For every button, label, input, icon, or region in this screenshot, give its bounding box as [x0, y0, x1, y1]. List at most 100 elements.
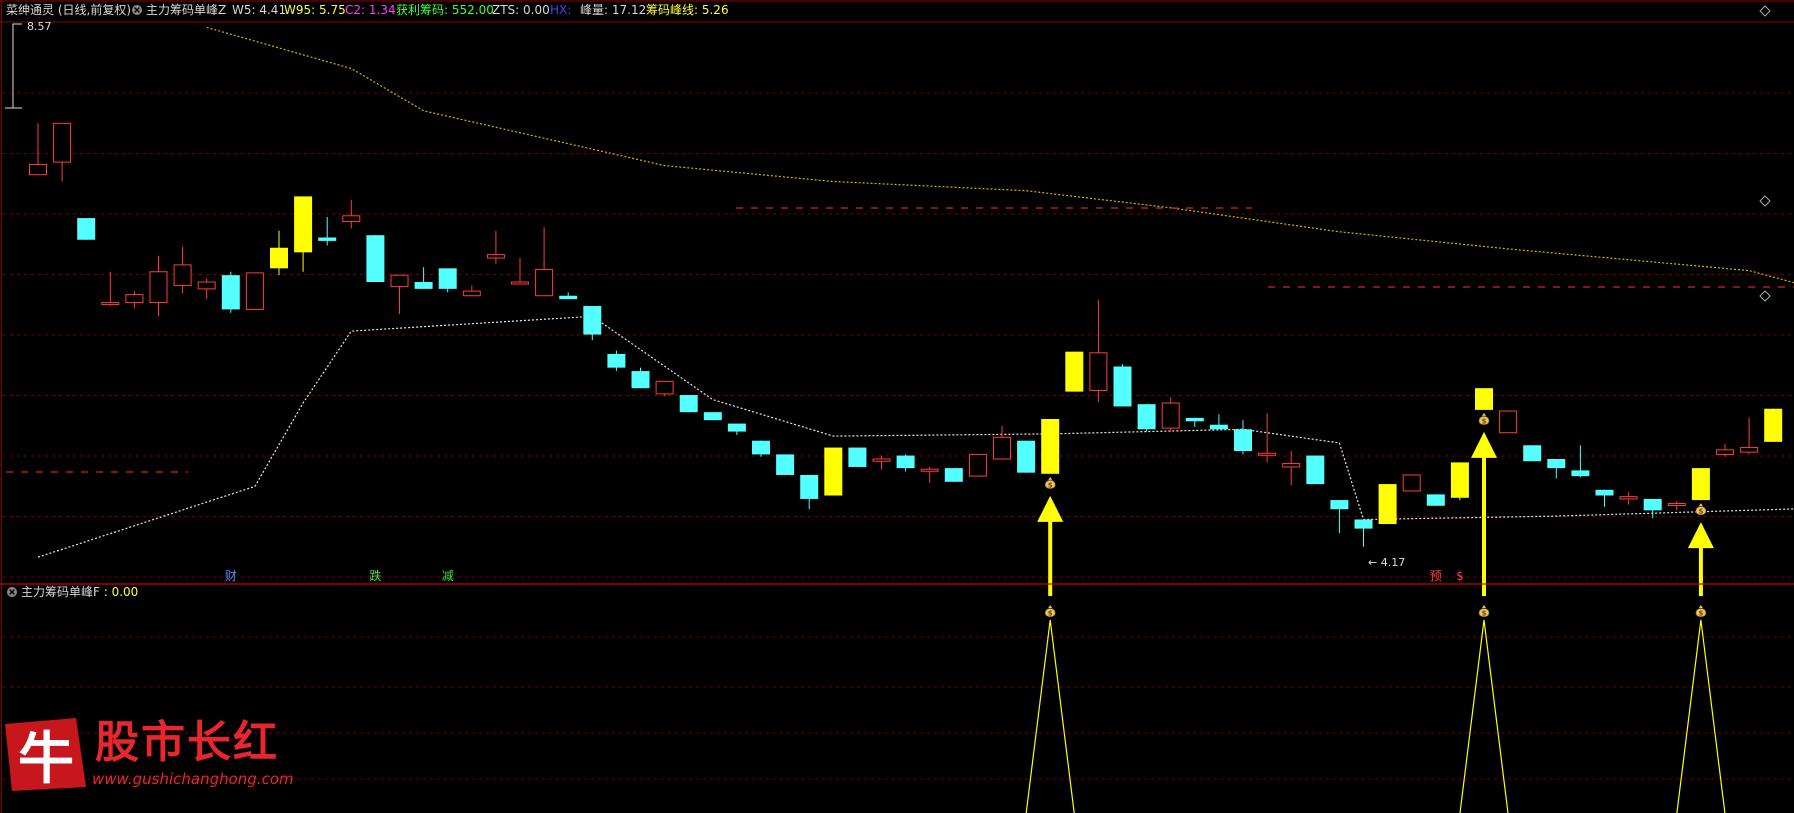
candle	[920, 466, 939, 483]
candle	[752, 440, 770, 457]
svg-text:$: $	[1048, 481, 1053, 489]
candle-body	[29, 163, 47, 176]
candle-body	[896, 455, 915, 469]
candle	[1185, 417, 1204, 428]
candle-body	[1523, 445, 1542, 462]
ma-line-yellow	[206, 26, 1794, 284]
moving-averages	[37, 26, 1794, 558]
candle	[1523, 445, 1542, 462]
candle	[1234, 420, 1252, 455]
candle-body	[77, 218, 96, 240]
candle	[1113, 364, 1132, 407]
candle-body	[245, 272, 264, 310]
chip-peak-line-value: 筹码峰线: 5.26	[646, 3, 729, 17]
candle-body	[390, 274, 409, 288]
candle-body	[125, 294, 144, 304]
svg-text:菜绅通灵 (日线,前复权): 菜绅通灵 (日线,前复权)	[6, 2, 131, 17]
event-marker: 财	[225, 569, 237, 583]
svg-text:$: $	[1698, 610, 1703, 618]
candle	[1258, 413, 1277, 463]
sub-indicator-name: 主力筹码单峰F	[21, 585, 100, 599]
candle	[29, 123, 47, 176]
arrow-up-icon	[1471, 431, 1497, 596]
candle	[149, 255, 168, 317]
close-icon[interactable]	[7, 587, 17, 597]
candle	[896, 454, 915, 472]
hx-label: HX:	[550, 3, 571, 17]
w95-value: W95: 5.75	[284, 3, 346, 17]
money-bag-icon: $	[1044, 476, 1056, 489]
indicator-name: 主力筹码单峰Z	[146, 3, 226, 17]
candle	[1764, 408, 1783, 442]
candle	[342, 199, 361, 229]
candle	[631, 367, 650, 389]
w5-value: W5: 4.41	[232, 3, 286, 17]
candle-body	[1089, 352, 1108, 391]
candle	[366, 235, 385, 283]
candle-body	[535, 268, 554, 297]
candle-body	[511, 281, 529, 285]
grid-lines	[0, 0, 1794, 813]
candle-body	[1306, 455, 1325, 485]
candle	[1595, 489, 1614, 507]
low-price-label: ← 4.17	[1368, 556, 1405, 569]
candle	[1378, 484, 1397, 525]
svg-text:$: $	[1048, 610, 1053, 618]
candle	[1041, 419, 1060, 474]
candle-body	[1161, 402, 1180, 429]
peak-volume-value: 峰量: 17.12	[580, 3, 646, 17]
candle	[101, 271, 120, 306]
money-bag-icon: $	[1695, 503, 1707, 516]
candle	[270, 230, 288, 276]
candle	[1667, 501, 1686, 511]
arrow-up-icon	[1037, 495, 1064, 596]
candle-body	[1691, 468, 1710, 501]
candle-body	[1426, 494, 1445, 506]
candle-body	[1234, 429, 1252, 451]
candle-body	[366, 235, 385, 283]
candle	[800, 474, 819, 510]
candle	[824, 447, 843, 496]
candle	[1450, 462, 1469, 501]
candle-body	[1667, 503, 1686, 506]
candle-body	[1450, 462, 1469, 498]
peak-line	[1025, 619, 1075, 813]
c2-value: C2: 1.34	[345, 3, 396, 17]
candle-body	[824, 447, 843, 496]
diamond-icon[interactable]	[1759, 5, 1771, 17]
candle-body	[848, 447, 867, 467]
candle-body	[1499, 410, 1518, 434]
candle	[318, 216, 337, 246]
resistance-dashes	[6, 207, 1794, 473]
candle	[1547, 458, 1566, 479]
candle-body	[944, 468, 963, 482]
candle	[1137, 404, 1156, 432]
candle-body	[1209, 424, 1228, 430]
candle-body	[1354, 519, 1373, 529]
diamond-icon[interactable]	[1759, 195, 1771, 207]
candle-body	[800, 474, 819, 499]
candle-body	[1065, 351, 1084, 392]
high-price-marker	[5, 23, 22, 109]
signal-arrows: $ $ $ $ $ $	[1037, 412, 1714, 618]
candle-body	[679, 395, 698, 413]
money-bag-icon: $	[1478, 605, 1490, 618]
event-markers: 财跌减预$涨	[225, 568, 1464, 583]
period-info: (日线,前复权)	[58, 2, 131, 17]
candle-body	[968, 453, 987, 477]
diamond-icon[interactable]	[1759, 290, 1771, 302]
candlestick-chart[interactable]: 菜绅通灵 (日线,前复权) 主力筹码单峰Z W5: 4.41 W95: 5.75…	[0, 0, 1794, 813]
arrow-up-icon	[1687, 522, 1714, 596]
sub-indicator-value: : 0.00	[104, 585, 139, 599]
candle	[1691, 468, 1710, 501]
money-bag-icon: $	[1044, 605, 1056, 618]
candle	[535, 227, 554, 297]
candle	[944, 468, 963, 482]
candle	[1089, 300, 1108, 402]
event-marker: 减	[442, 569, 454, 583]
close-icon[interactable]	[132, 5, 142, 15]
candle	[703, 412, 722, 421]
candle-body	[197, 281, 216, 290]
candle-body	[583, 305, 602, 335]
candle-body	[1378, 484, 1397, 525]
